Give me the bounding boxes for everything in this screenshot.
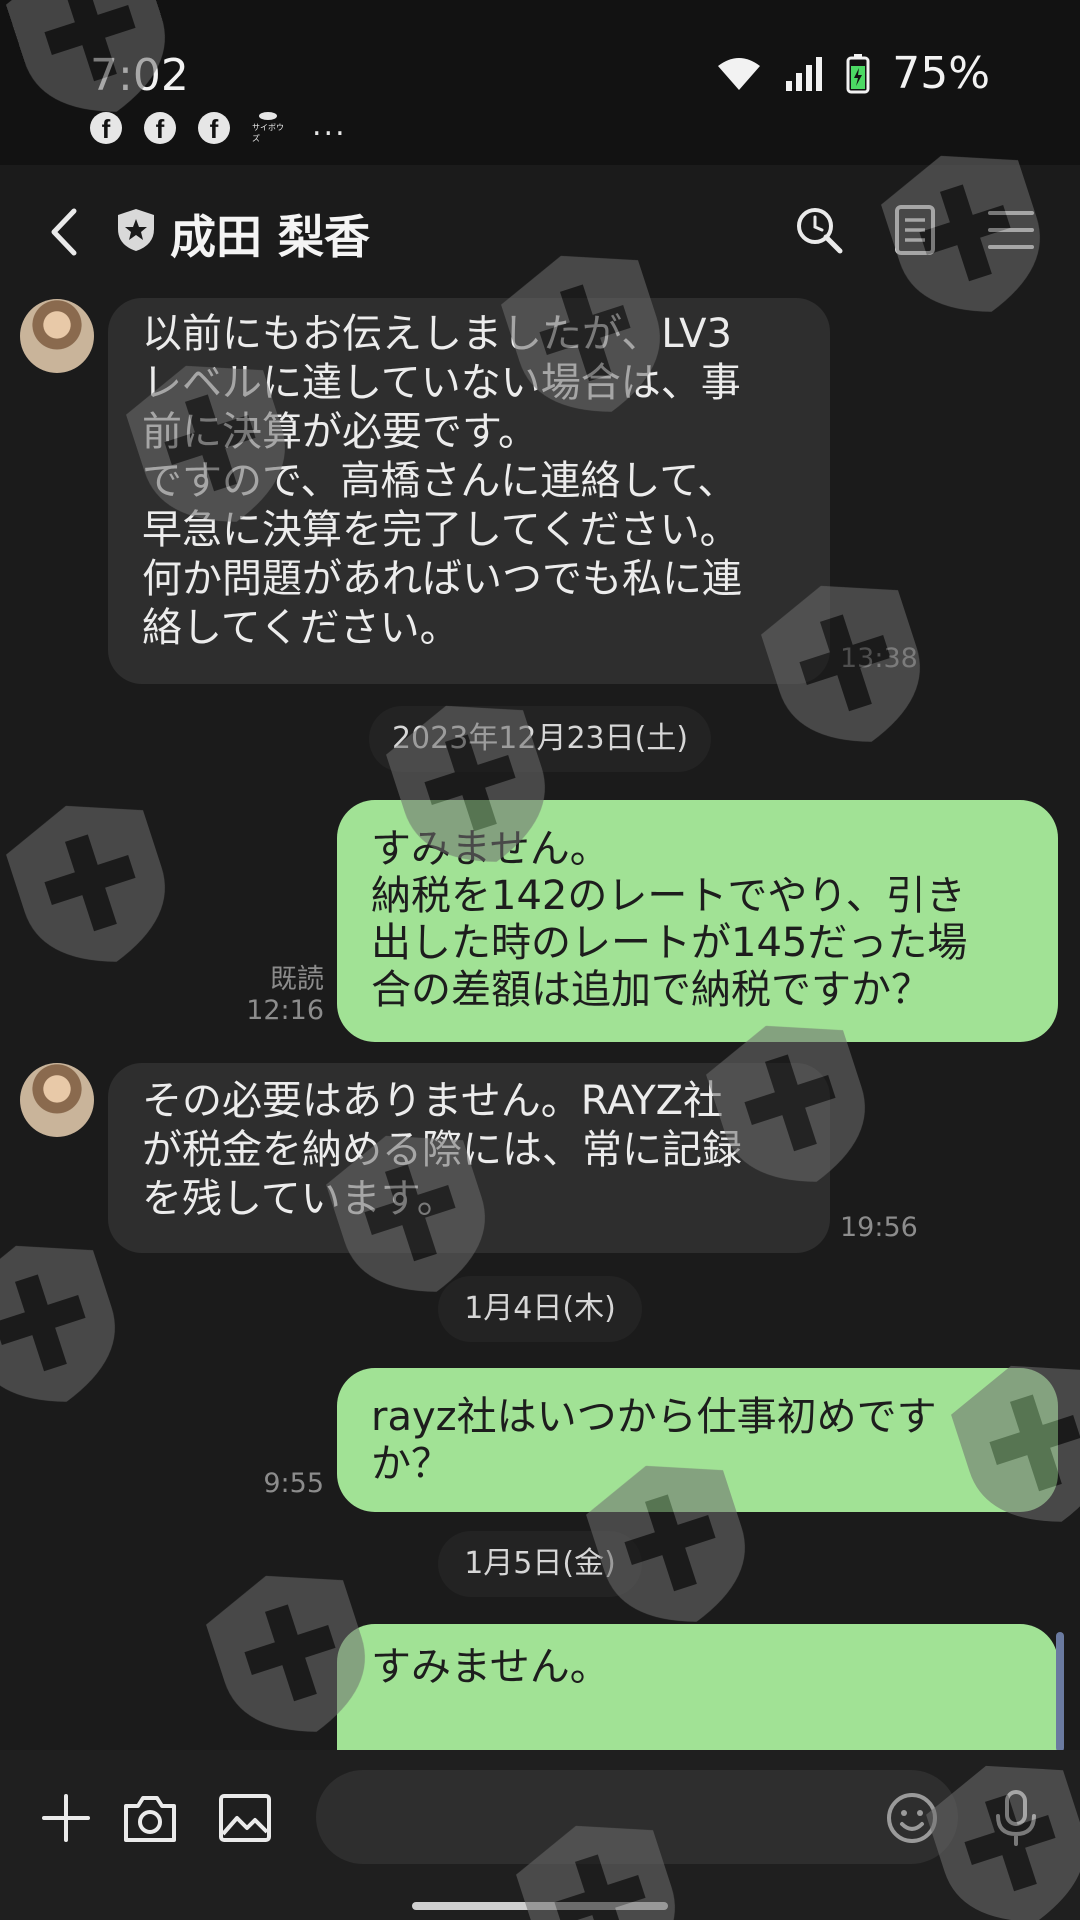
back-icon[interactable] [44, 205, 84, 259]
contact-avatar[interactable] [20, 299, 94, 373]
message-text: その必要はありません。RAYZ社 が税金を納める際には、常に記録 を残しています… [142, 1078, 742, 1222]
signal-icon [786, 56, 823, 91]
status-indicators: 75% [716, 48, 990, 99]
image-icon[interactable] [215, 1788, 275, 1848]
message-time: 19:56 [840, 1212, 918, 1243]
facebook-icon: f [198, 112, 230, 144]
message-text: 以前にもお伝えしましたが、LV3 レベルに達していない場合は、事 前に決算が必要… [142, 311, 742, 651]
battery-icon [846, 53, 870, 93]
facebook-icon: f [144, 112, 176, 144]
date-separator: 2023年12月23日(土) [369, 706, 711, 772]
contact-name[interactable]: 成田 梨香 [170, 201, 370, 267]
battery-percent: 75% [892, 48, 990, 99]
notification-icons: f f f サイボウズ ... [90, 108, 347, 144]
date-separator: 1月4日(木) [438, 1276, 642, 1342]
notes-icon[interactable] [888, 203, 942, 257]
status-bar: 7:02 f f f サイボウズ ... 75% [0, 0, 1080, 165]
shield-star-icon [118, 209, 154, 251]
date-separator: 1月5日(金) [438, 1531, 642, 1597]
input-bar [0, 1750, 1080, 1920]
wifi-icon [718, 57, 761, 90]
facebook-icon: f [90, 112, 122, 144]
message-time: 13:38 [840, 643, 918, 674]
message-time: 9:55 [263, 1468, 324, 1499]
emoji-icon[interactable] [882, 1788, 942, 1848]
search-icon[interactable] [792, 203, 846, 257]
home-indicator [412, 1902, 668, 1910]
message-input[interactable] [316, 1770, 958, 1864]
message-list[interactable]: 以前にもお伝えしましたが、LV3 レベルに達していない場合は、事 前に決算が必要… [0, 295, 1080, 1750]
read-receipt: 既読 [270, 964, 324, 995]
app-icon: サイボウズ [252, 112, 284, 144]
scrollbar-thumb[interactable] [1056, 1632, 1064, 1752]
plus-icon[interactable] [36, 1788, 96, 1848]
menu-icon[interactable] [984, 203, 1038, 257]
more-notifications-indicator: ... [312, 107, 347, 143]
microphone-icon[interactable] [986, 1788, 1046, 1848]
message-time: 12:16 [246, 995, 324, 1026]
chat-header: 成田 梨香 [0, 165, 1080, 295]
message-text: すみません。 納税を142のレートでやり、引き 出した時のレートが145だった場… [371, 826, 968, 1013]
status-time: 7:02 [90, 50, 189, 101]
message-text: すみません。 [371, 1644, 610, 1690]
outgoing-message-bubble[interactable]: rayz社はいつから仕事初めです か？ [337, 1368, 1058, 1512]
message-text: rayz社はいつから仕事初めです か？ [371, 1394, 937, 1487]
camera-icon[interactable] [120, 1788, 180, 1848]
incoming-message-bubble[interactable]: 以前にもお伝えしましたが、LV3 レベルに達していない場合は、事 前に決算が必要… [108, 298, 830, 684]
outgoing-message-bubble[interactable]: すみません。 [337, 1624, 1058, 1750]
app-icon-caption: サイボウズ [252, 123, 284, 143]
contact-avatar[interactable] [20, 1063, 94, 1137]
outgoing-message-bubble[interactable]: すみません。 納税を142のレートでやり、引き 出した時のレートが145だった場… [337, 800, 1058, 1042]
incoming-message-bubble[interactable]: その必要はありません。RAYZ社 が税金を納める際には、常に記録 を残しています… [108, 1063, 830, 1253]
